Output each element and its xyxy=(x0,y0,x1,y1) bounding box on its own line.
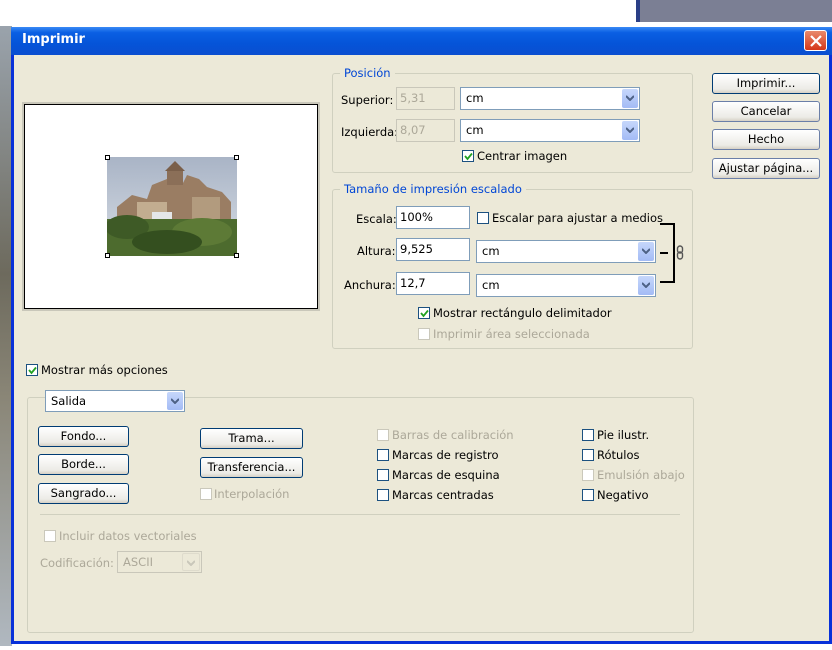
checkmark-icon xyxy=(420,309,429,318)
chevron-down-icon[interactable] xyxy=(167,392,183,410)
fit-media-label: Escalar para ajustar a medios xyxy=(492,211,663,225)
preview-photo[interactable] xyxy=(107,157,237,256)
transfer-button[interactable]: Transferencia... xyxy=(200,457,303,478)
chevron-down-icon[interactable] xyxy=(622,89,638,108)
emulsion-down-checkbox[interactable] xyxy=(582,469,594,481)
center-crop-marks-label: Marcas centradas xyxy=(392,488,494,502)
emulsion-down-label: Emulsión abajo xyxy=(597,468,685,482)
top-unit-select[interactable]: cm xyxy=(460,87,640,110)
chevron-down-icon[interactable] xyxy=(622,121,638,140)
cancel-button[interactable]: Cancelar xyxy=(712,101,820,122)
corner-crop-marks-label: Marcas de esquina xyxy=(392,468,500,482)
page-setup-button[interactable]: Ajustar página... xyxy=(712,158,820,179)
scale-label: Escala: xyxy=(356,212,397,226)
scale-legend: Tamaño de impresión escalado xyxy=(340,182,526,196)
checkmark-icon xyxy=(464,152,473,161)
print-selected-area-label: Imprimir área seleccionada xyxy=(433,327,590,341)
bleed-button[interactable]: Sangrado... xyxy=(38,483,129,504)
link-icon xyxy=(676,245,684,260)
print-selected-area-checkbox[interactable] xyxy=(418,328,430,340)
center-crop-marks-checkbox[interactable] xyxy=(377,489,389,501)
bounding-box-label: Mostrar rectángulo delimitador xyxy=(433,306,612,320)
width-input[interactable]: 12,7 xyxy=(396,272,470,295)
left-input[interactable]: 8,07 xyxy=(396,119,455,142)
left-label: Izquierda: xyxy=(341,125,399,139)
checkmark-icon xyxy=(28,366,37,375)
top-input[interactable]: 5,31 xyxy=(396,87,455,110)
interpolation-label: Interpolación xyxy=(214,487,290,501)
chevron-down-icon[interactable] xyxy=(182,553,200,571)
center-image-label: Centrar imagen xyxy=(477,149,568,163)
width-unit-select[interactable]: cm xyxy=(476,274,656,297)
top-unit-value: cm xyxy=(466,91,484,105)
interpolation-checkbox[interactable] xyxy=(200,488,212,500)
resize-handle-tl[interactable] xyxy=(105,155,110,160)
height-input[interactable]: 9,525 xyxy=(396,238,470,261)
resize-handle-tr[interactable] xyxy=(234,155,239,160)
bounding-box-checkbox[interactable] xyxy=(418,307,430,319)
done-button[interactable]: Hecho xyxy=(712,129,820,150)
scale-input[interactable]: 100% xyxy=(396,206,470,229)
title-bar[interactable] xyxy=(11,27,832,55)
position-legend: Posición xyxy=(340,66,395,80)
registration-marks-label: Marcas de registro xyxy=(392,448,499,462)
labels-checkbox[interactable] xyxy=(582,449,594,461)
calibration-bars-checkbox[interactable] xyxy=(377,429,389,441)
close-button[interactable] xyxy=(804,30,827,51)
encoding-select[interactable]: ASCII xyxy=(117,551,202,573)
print-preview xyxy=(22,102,320,311)
background-button[interactable]: Fondo... xyxy=(38,426,129,447)
calibration-bars-label: Barras de calibración xyxy=(392,428,514,442)
left-unit-select[interactable]: cm xyxy=(460,119,640,142)
chevron-down-icon[interactable] xyxy=(638,242,654,261)
width-unit-value: cm xyxy=(482,278,500,292)
screen-button[interactable]: Trama... xyxy=(200,428,303,449)
more-options-checkbox[interactable] xyxy=(26,364,38,376)
left-unit-value: cm xyxy=(466,123,484,137)
encoding-label: Codificación: xyxy=(40,556,114,570)
center-image-checkbox[interactable] xyxy=(462,150,474,162)
include-vector-label: Incluir datos vectoriales xyxy=(59,529,197,543)
output-separator xyxy=(40,514,680,515)
top-label: Superior: xyxy=(341,93,394,107)
more-options-label: Mostrar más opciones xyxy=(41,363,168,377)
fit-media-checkbox[interactable] xyxy=(477,212,489,224)
negative-checkbox[interactable] xyxy=(582,489,594,501)
desktop-top-right xyxy=(640,0,832,22)
corner-crop-marks-checkbox[interactable] xyxy=(377,469,389,481)
registration-marks-checkbox[interactable] xyxy=(377,449,389,461)
labels-label: Rótulos xyxy=(597,448,640,462)
close-icon xyxy=(810,35,822,47)
chevron-down-icon[interactable] xyxy=(638,276,654,295)
resize-handle-bl[interactable] xyxy=(105,253,110,258)
output-type-value: Salida xyxy=(51,394,87,408)
height-unit-select[interactable]: cm xyxy=(476,240,656,263)
constrain-proportions-bracket xyxy=(660,223,675,283)
width-label: Anchura: xyxy=(344,278,396,292)
height-label: Altura: xyxy=(357,244,396,258)
output-type-select[interactable]: Salida xyxy=(45,390,185,412)
resize-handle-br[interactable] xyxy=(234,253,239,258)
border-button[interactable]: Borde... xyxy=(38,454,129,475)
dialog-title: Imprimir xyxy=(22,32,85,47)
include-vector-checkbox[interactable] xyxy=(44,530,56,542)
height-unit-value: cm xyxy=(482,244,500,258)
caption-checkbox[interactable] xyxy=(582,429,594,441)
encoding-value: ASCII xyxy=(123,555,153,569)
print-button[interactable]: Imprimir... xyxy=(712,73,820,94)
negative-label: Negativo xyxy=(597,488,649,502)
desktop-top-line xyxy=(636,0,640,22)
caption-label: Pie ilustr. xyxy=(597,428,650,442)
